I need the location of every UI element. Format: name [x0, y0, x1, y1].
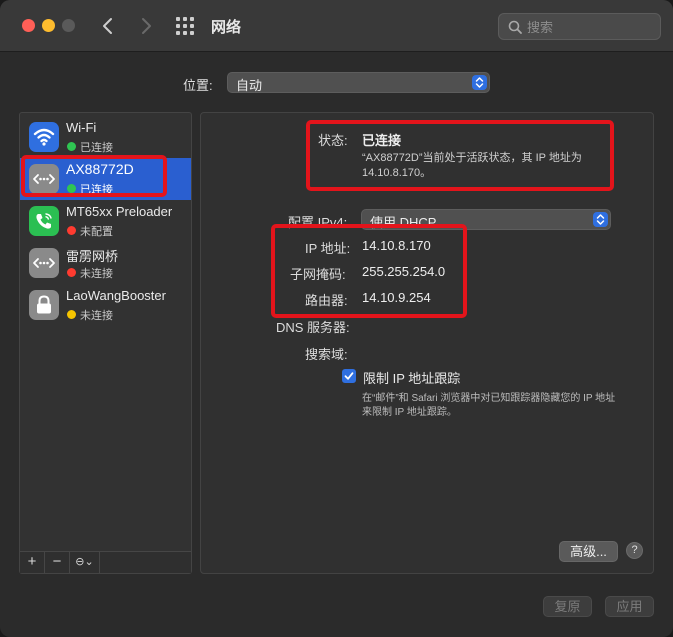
status-dot: [67, 184, 76, 193]
configure-ipv4-stepper: [593, 212, 608, 227]
detail-panel: [200, 112, 654, 574]
service-status: 未连接: [80, 268, 113, 280]
location-stepper: [472, 75, 487, 90]
service-name: 雷雳网桥: [66, 249, 119, 264]
minimize-window-button[interactable]: [42, 19, 55, 32]
configure-ipv4-value: 使用 DHCP: [370, 215, 437, 230]
checkmark-icon: [344, 372, 354, 380]
limit-ip-tracking-checkbox[interactable]: [342, 369, 356, 383]
service-status: 未连接: [80, 310, 113, 322]
revert-button[interactable]: 复原: [543, 596, 592, 617]
ethernet-icon: [29, 248, 59, 278]
router-label: 路由器:: [305, 293, 348, 308]
ethernet-icon: [29, 164, 59, 194]
status-description: “AX88772D”当前处于活跃状态，其 IP 地址为 14.10.8.170。: [362, 152, 582, 179]
grid-icon: [176, 17, 194, 35]
network-preferences-window: 网络 位置: 自动: [0, 0, 673, 637]
subnet-mask-label: 子网掩码:: [290, 267, 346, 282]
status-label: 状态:: [318, 133, 348, 148]
phone-icon: [29, 206, 59, 236]
wifi-icon: [29, 122, 59, 152]
status-dot: [67, 268, 76, 277]
apply-button[interactable]: 应用: [605, 596, 654, 617]
service-status: 已连接: [80, 184, 113, 196]
lock-icon: [29, 290, 59, 320]
search-field[interactable]: [498, 13, 661, 40]
location-label: 位置:: [183, 78, 213, 93]
location-value: 自动: [236, 78, 263, 93]
action-menu-button[interactable]: ⊖⌄: [70, 552, 100, 573]
location-select[interactable]: 自动: [227, 72, 490, 93]
service-item-thunderbolt-bridge[interactable]: 雷雳网桥 未连接: [20, 242, 191, 284]
service-item-laowangbooster[interactable]: LaoWangBooster 未连接: [20, 284, 191, 326]
show-all-button[interactable]: [176, 17, 194, 35]
status-value: 已连接: [362, 133, 402, 148]
router-value: 14.10.9.254: [362, 290, 431, 305]
service-list-toolbar: + − ⊖⌄: [20, 551, 191, 573]
service-name: LaoWangBooster: [66, 288, 166, 303]
service-status: 已连接: [80, 142, 113, 154]
service-item-ax88772d[interactable]: AX88772D 已连接: [20, 158, 191, 200]
forward-button[interactable]: [134, 12, 158, 40]
zoom-window-button[interactable]: [62, 19, 75, 32]
add-service-button[interactable]: +: [20, 552, 45, 573]
service-list: Wi-Fi 已连接 AX88772D 已连接 MT65xx Preloader …: [19, 112, 192, 574]
limit-ip-tracking-note: 在“邮件”和 Safari 浏览器中对已知跟踪器隐藏您的 IP 地址来限制 IP…: [362, 393, 616, 418]
service-item-mt65xx-preloader[interactable]: MT65xx Preloader 未配置: [20, 200, 191, 242]
ip-address-value: 14.10.8.170: [362, 238, 431, 253]
service-name: MT65xx Preloader: [66, 204, 173, 219]
status-dot: [67, 310, 76, 319]
close-window-button[interactable]: [22, 19, 35, 32]
ip-address-label: IP 地址:: [305, 241, 351, 256]
dns-server-label: DNS 服务器:: [276, 320, 350, 335]
chevron-right-icon: [142, 18, 151, 34]
search-icon: [508, 20, 522, 34]
subnet-mask-value: 255.255.254.0: [362, 264, 446, 279]
limit-ip-tracking-label: 限制 IP 地址跟踪: [363, 371, 461, 386]
up-down-chevron-icon: [596, 214, 605, 225]
service-status: 未配置: [80, 226, 113, 238]
remove-service-button[interactable]: −: [45, 552, 70, 573]
search-input[interactable]: [527, 17, 655, 37]
back-button[interactable]: [96, 12, 120, 40]
search-domain-label: 搜索域:: [305, 347, 348, 362]
status-dot: [67, 142, 76, 151]
service-name: Wi-Fi: [66, 120, 97, 135]
title-bar: 网络: [0, 0, 673, 52]
service-name: AX88772D: [66, 161, 134, 177]
advanced-button[interactable]: 高级...: [559, 541, 618, 562]
chevron-left-icon: [103, 18, 112, 34]
status-dot: [67, 226, 76, 235]
up-down-chevron-icon: [475, 77, 484, 88]
window-title: 网络: [211, 19, 242, 36]
configure-ipv4-select[interactable]: 使用 DHCP: [361, 209, 611, 230]
service-item-wifi[interactable]: Wi-Fi 已连接: [20, 116, 191, 158]
help-button[interactable]: ?: [626, 542, 643, 559]
configure-ipv4-label: 配置 IPv4:: [288, 215, 348, 230]
